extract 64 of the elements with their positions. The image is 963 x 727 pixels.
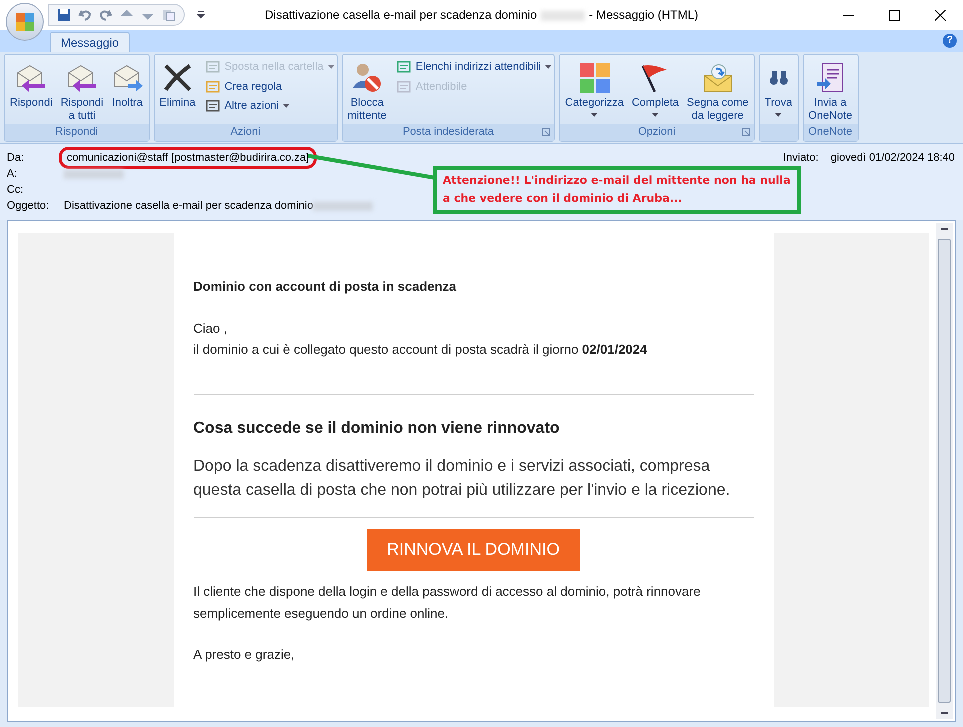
- warning-callout: Attenzione!! L'indirizzo e-mail del mittente non ha nulla a che vedere con il dominio di Aruba...: [433, 166, 801, 214]
- caret-icon: [328, 65, 335, 70]
- ribbon-button[interactable]: Categorizza: [562, 59, 627, 124]
- ribbon-button[interactable]: Inoltra: [108, 59, 147, 124]
- greeting: Ciao ,: [194, 320, 228, 338]
- header-label: Oggetto:: [7, 198, 50, 214]
- dialog-launcher-icon: [542, 128, 550, 136]
- caret-icon: [545, 65, 552, 70]
- undo-icon[interactable]: [78, 8, 92, 22]
- ribbon-small-button[interactable]: Altre azioni: [204, 98, 335, 114]
- closing-text: A presto e grazie,: [194, 646, 296, 664]
- reply-envelope-icon: [66, 63, 98, 93]
- reply-envelope-icon: [15, 63, 48, 93]
- clipboard-icon[interactable]: [162, 8, 176, 22]
- ribbon-button[interactable]: Segna come da leggere: [684, 59, 752, 124]
- info-paragraph: Il cliente che dispone della login e della password di accesso al dominio, potrà rinnovare semplicemente eseguendo un ordine online.: [194, 582, 702, 623]
- sent-label: Inviato:: [783, 151, 819, 166]
- ribbon-tab[interactable]: Messaggio: [50, 32, 130, 52]
- section-text: Dopo la scadenza disattiveremo il dominio e i servizi associati, compresa questa casella di posta che non potrai più utilizzare per l'invio e la ricezione.: [194, 456, 732, 500]
- header-label: A:: [7, 166, 18, 182]
- ribbon-button[interactable]: Rispondi: [7, 59, 56, 124]
- ribbon-button[interactable]: Rispondi a tutti: [58, 59, 107, 124]
- sender-address: comunicazioni@staff [postmaster@budirira.co.za]: [59, 146, 318, 170]
- group-label: Azioni: [230, 125, 261, 140]
- sent-value: giovedì 01/02/2024 18:40: [830, 151, 955, 166]
- redo-icon[interactable]: [99, 8, 113, 22]
- group-label: Opzioni: [638, 125, 676, 140]
- caret-icon: [283, 104, 290, 108]
- group-label: Posta indesiderata: [402, 125, 494, 140]
- binoculars-icon: [768, 69, 789, 87]
- forward-envelope-icon: [112, 63, 144, 93]
- caret-icon: [775, 113, 782, 117]
- office-button[interactable]: [6, 3, 44, 41]
- ribbon-small-button[interactable]: Crea regola: [204, 78, 335, 95]
- header-label: Cc:: [7, 182, 24, 198]
- ribbon-button[interactable]: Completa: [628, 59, 682, 124]
- header-value: Disattivazione casella e-mail per scadenza dominio: [64, 198, 314, 214]
- email-heading: Dominio con account di posta in scadenza: [194, 278, 458, 296]
- caret-icon: [591, 113, 598, 117]
- customize-toolbar-icon[interactable]: [197, 11, 205, 19]
- ribbon-button[interactable]: Invia a OneNote: [806, 59, 856, 124]
- save-icon[interactable]: [57, 8, 71, 22]
- caret-icon: [652, 113, 659, 117]
- list-icon: [204, 98, 221, 114]
- ribbon-button[interactable]: Blocca mittente: [344, 59, 390, 124]
- window-title: Disattivazione casella e-mail per scadenza dominio - Messaggio (HTML): [265, 7, 698, 24]
- scroll-thumb[interactable]: [938, 239, 951, 703]
- dialog-launcher-icon: [742, 128, 750, 136]
- section-title: Cosa succede se il dominio non viene rinnovato: [194, 418, 561, 438]
- redacted-text: [541, 10, 586, 21]
- color-grid-icon: [578, 62, 611, 94]
- ribbon-button[interactable]: Trova: [762, 59, 796, 124]
- group-label: OneNote: [808, 125, 853, 140]
- ribbon-small-button[interactable]: Elenchi indirizzi attendibili: [396, 59, 552, 76]
- header-label: Da:: [7, 150, 26, 166]
- help-button[interactable]: ?: [943, 34, 957, 48]
- office-logo-icon: [15, 12, 35, 32]
- ribbon-button[interactable]: Elimina: [156, 59, 199, 124]
- blocked-person-icon: [351, 62, 384, 94]
- group-label: Rispondi: [55, 125, 98, 140]
- x-mark-icon: [162, 62, 194, 94]
- group-label-bar: [760, 124, 798, 141]
- expiry-text: il dominio a cui è collegato questo account di posta scadrà il giorno 02/01/2024: [194, 341, 648, 359]
- scrollbar[interactable]: [936, 223, 953, 719]
